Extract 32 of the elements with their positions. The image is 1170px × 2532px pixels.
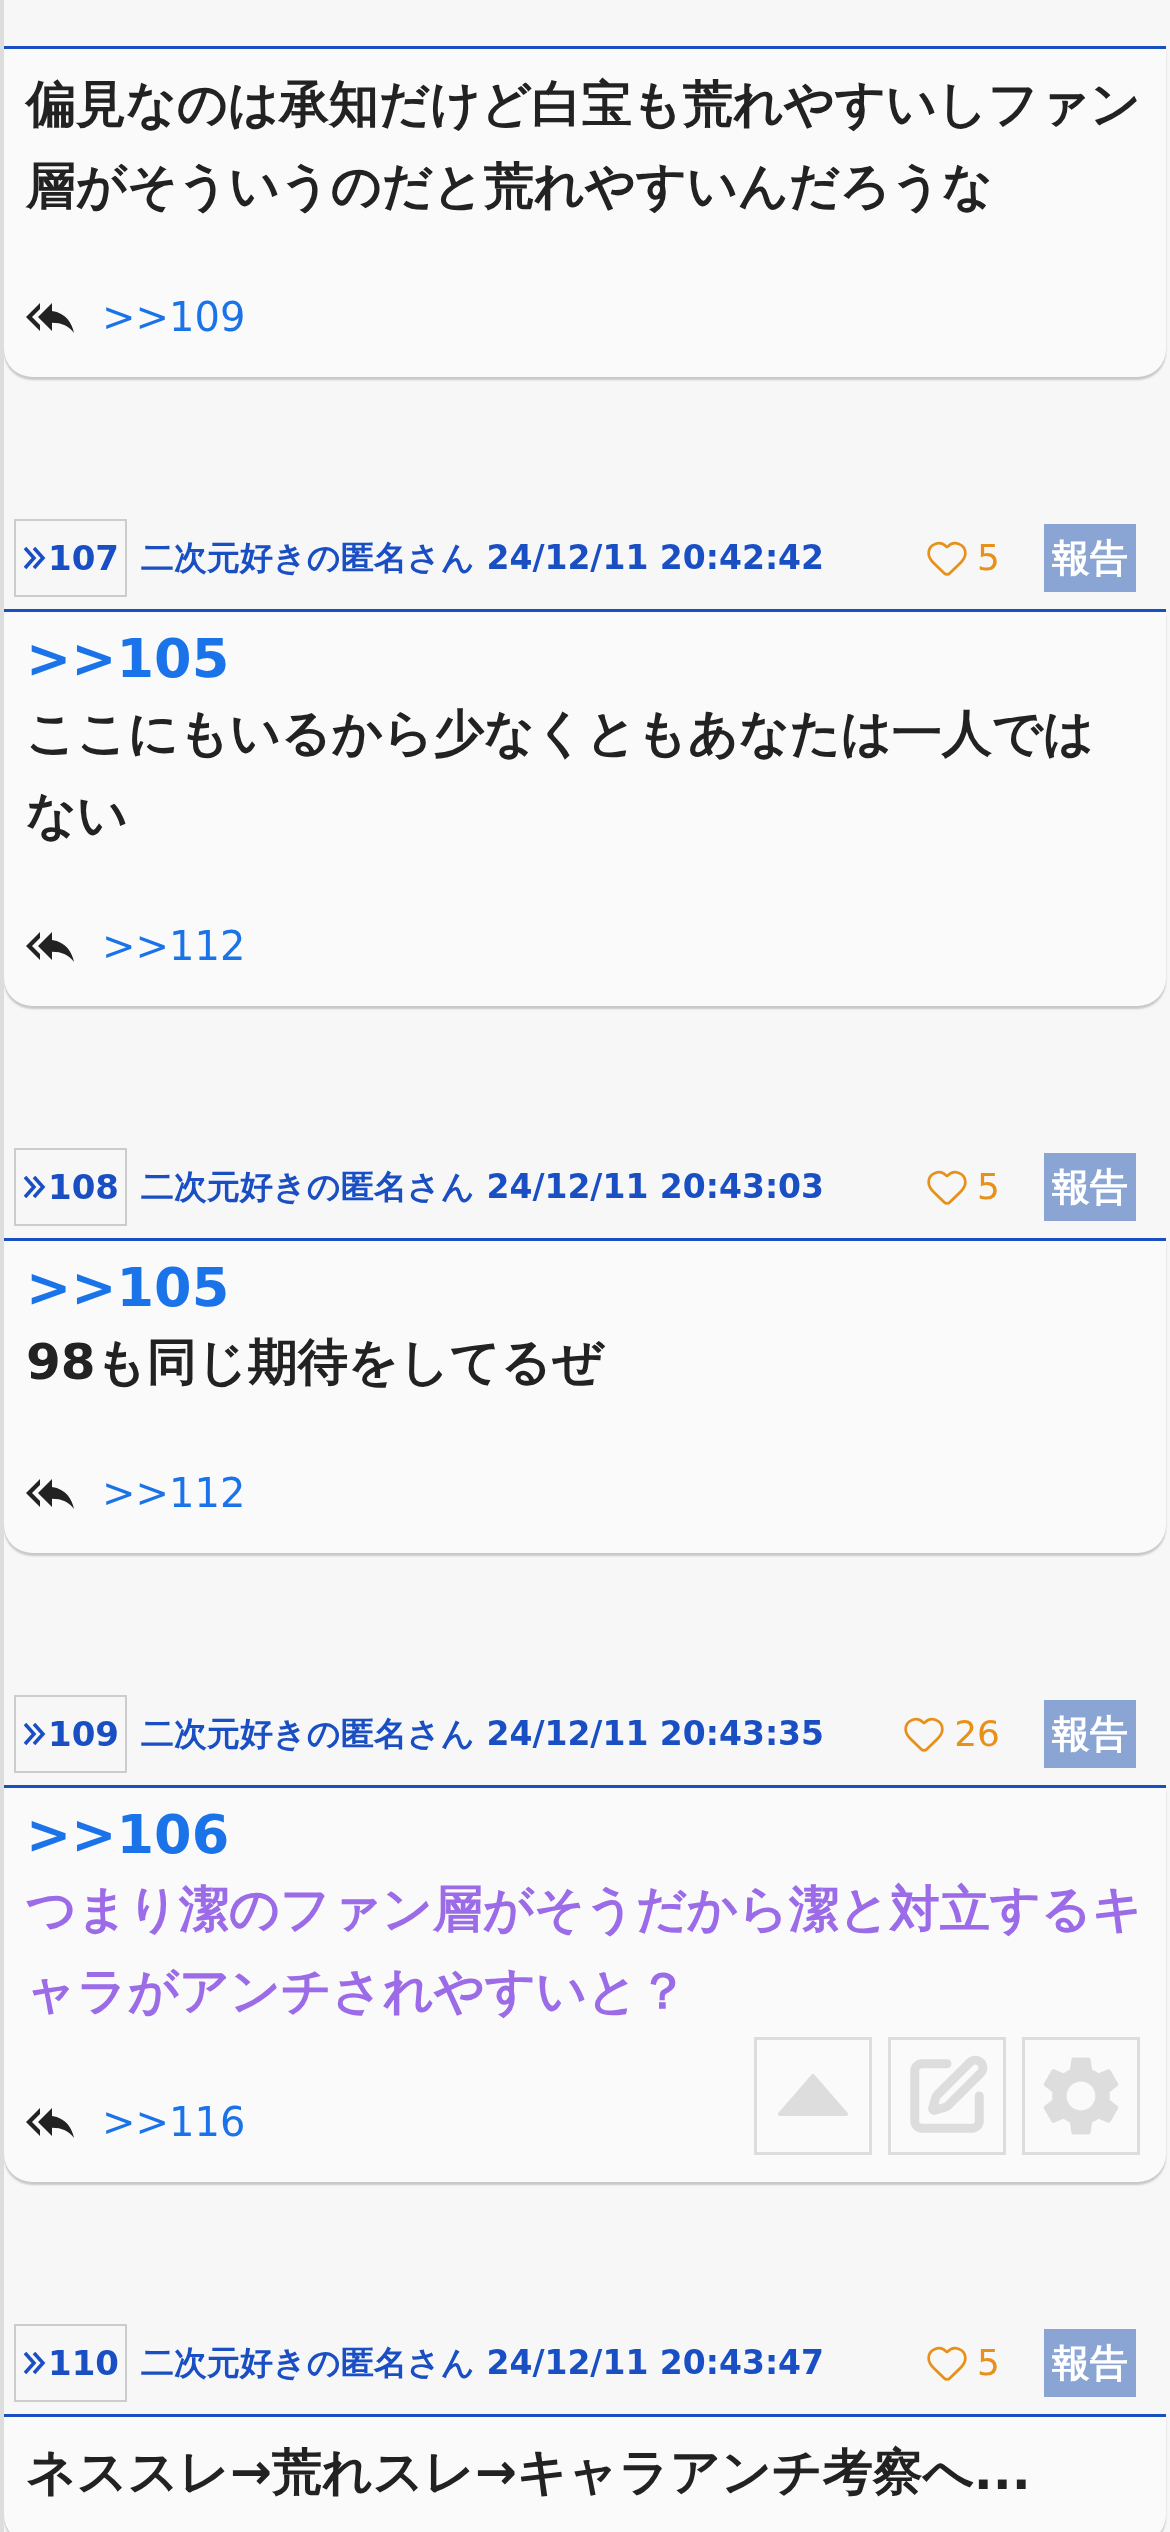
anchor-link[interactable]: >>105 bbox=[26, 626, 1144, 692]
reply-link[interactable]: >>112 bbox=[102, 1463, 246, 1523]
edit-button[interactable] bbox=[888, 2037, 1006, 2155]
double-chevron-icon bbox=[22, 1174, 46, 1200]
post-text: 偏見なのは承知だけど白宝も荒れやすいしファン層がそういうのだと荒れやすいんだろうな bbox=[26, 74, 1142, 217]
like-count: 5 bbox=[977, 536, 1000, 580]
double-chevron-icon bbox=[22, 545, 46, 571]
like-count: 5 bbox=[977, 1165, 1000, 1209]
post-author-date: 二次元好きの匿名さん 24/12/11 20:43:47 bbox=[141, 2342, 824, 2385]
post-author-date: 二次元好きの匿名さん 24/12/11 20:42:42 bbox=[141, 537, 824, 580]
triangle-up-icon bbox=[778, 2074, 848, 2118]
post-text: つまり潔のファン層がそうだから潔と対立するキャラがアンチされやすいと？ bbox=[26, 1879, 1144, 2022]
post-text: ここにもいるから少なくともあなたは一人ではない bbox=[26, 703, 1095, 846]
reply-link[interactable]: >>116 bbox=[102, 2092, 246, 2152]
post-author-date: 二次元好きの匿名さん 24/12/11 20:43:03 bbox=[141, 1166, 824, 1209]
settings-button[interactable] bbox=[1022, 2037, 1140, 2155]
double-chevron-icon bbox=[22, 1721, 46, 1747]
anchor-link[interactable]: >>106 bbox=[26, 1802, 1144, 1868]
post-author-date: 二次元好きの匿名さん 24/12/11 20:43:35 bbox=[141, 1713, 824, 1756]
anchor-link[interactable]: >>105 bbox=[26, 1255, 1144, 1321]
like-count: 5 bbox=[977, 2341, 1000, 2385]
post-text: 98も同じ期待をしてるぜ bbox=[26, 1332, 606, 1393]
report-button[interactable]: 報告 bbox=[1044, 524, 1136, 592]
scroll-top-button[interactable] bbox=[754, 2037, 872, 2155]
report-button[interactable]: 報告 bbox=[1044, 2329, 1136, 2397]
post-text: ネススレ→荒れスレ→キャラアンチ考察へ... bbox=[26, 2442, 1032, 2503]
like-count: 26 bbox=[954, 1712, 1000, 1756]
report-button[interactable]: 報告 bbox=[1044, 1153, 1136, 1221]
report-button[interactable]: 報告 bbox=[1044, 1700, 1136, 1768]
double-chevron-icon bbox=[22, 2350, 46, 2376]
reply-link[interactable]: >>109 bbox=[102, 287, 246, 347]
reply-link[interactable]: >>112 bbox=[102, 916, 246, 976]
